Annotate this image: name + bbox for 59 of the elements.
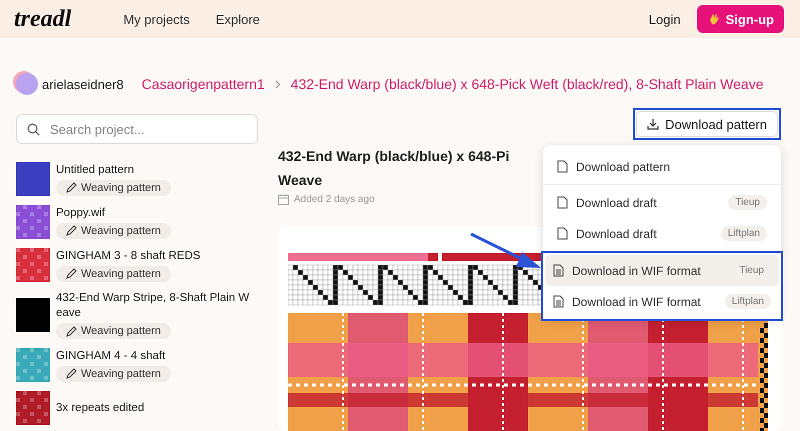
menu-item[interactable]: Download draft Tieup	[549, 187, 775, 218]
project-type-tag: Weaving pattern	[56, 366, 171, 382]
menu-item[interactable]: Download draft Liftplan	[549, 218, 775, 249]
menu-item-label: Download draft	[576, 226, 657, 240]
pencil-icon	[66, 326, 77, 336]
file-icon	[557, 160, 568, 173]
menu-item-label: Download draft	[576, 196, 657, 210]
menu-item-label: Download in WIF format	[572, 294, 701, 308]
pencil-icon	[66, 368, 77, 379]
format-badge: Liftplan	[720, 226, 767, 241]
search-icon	[27, 122, 40, 136]
login-link[interactable]: Login	[648, 12, 681, 26]
menu-item[interactable]: Download pattern	[549, 151, 775, 182]
search-input[interactable]: Search project...	[48, 120, 247, 138]
nav-link[interactable]: Explore	[216, 12, 260, 26]
pencil-icon	[66, 268, 77, 279]
project-name[interactable]: Poppy.wif	[56, 206, 106, 220]
project-type-tag: Weaving pattern	[56, 222, 171, 238]
menu-item-label: Download in WIF format	[572, 264, 701, 278]
pattern-thumbnail[interactable]	[16, 205, 50, 239]
menu-item[interactable]: Download in WIF format Liftplan	[545, 286, 779, 317]
search-field[interactable]: Search project...	[16, 114, 258, 144]
pattern-thumbnail[interactable]	[16, 248, 50, 282]
pattern-thumbnail[interactable]	[16, 162, 50, 196]
calendar-icon	[278, 194, 289, 205]
project-name[interactable]: 432-End Warp Stripe, 8-Shaft Plain W eave	[56, 291, 258, 321]
pencil-icon	[66, 182, 77, 193]
added-date: Added 2 days ago	[294, 194, 375, 205]
project-type-tag: Weaving pattern	[56, 266, 171, 282]
signup-button[interactable]: Sign-up	[696, 5, 784, 33]
project-name[interactable]: GINGHAM 3 - 8 shaft REDS	[56, 248, 200, 264]
file-text-icon	[553, 264, 564, 277]
file-icon	[557, 196, 568, 209]
pattern-thumbnail[interactable]	[16, 391, 50, 425]
format-badge: Tieup	[728, 195, 767, 210]
project-name[interactable]: GINGHAM 4 - 4 shaft	[56, 348, 166, 364]
menu-item-label: Download pattern	[576, 160, 670, 174]
file-text-icon	[553, 295, 564, 308]
project-type-tag: Weaving pattern	[56, 180, 171, 196]
pattern-thumbnail[interactable]	[16, 298, 50, 332]
project-type-tag: Weaving pattern	[56, 323, 171, 339]
pattern-title: 432-End Warp (black/blue) x 648-Pi	[278, 147, 510, 166]
format-badge: Liftplan	[724, 294, 771, 309]
breadcrumb-link[interactable]: 432-End Warp (black/blue) x 648-Pick Weft (black/red), 8-Shaft Plain Weave	[290, 76, 764, 92]
breadcrumb-link[interactable]: Casaorigenpattern1	[142, 76, 265, 92]
pattern-title: Weave	[278, 171, 322, 190]
user-avatar[interactable]	[16, 73, 38, 95]
project-name[interactable]: 3x repeats edited	[56, 400, 144, 416]
treadl-logo[interactable]: treadl	[14, 7, 72, 31]
pencil-icon	[66, 225, 77, 236]
chevron-icon	[274, 80, 281, 88]
project-name[interactable]: Untitled pattern	[56, 162, 134, 178]
menu-item[interactable]: Download in WIF format Tieup	[545, 255, 779, 286]
file-icon	[557, 227, 568, 240]
pattern-thumbnail[interactable]	[16, 348, 50, 382]
download-button[interactable]: Download pattern	[636, 111, 778, 137]
nav-link[interactable]: My projects	[123, 12, 190, 26]
username[interactable]: arielaseidner8	[42, 76, 124, 92]
download-icon	[647, 118, 660, 130]
